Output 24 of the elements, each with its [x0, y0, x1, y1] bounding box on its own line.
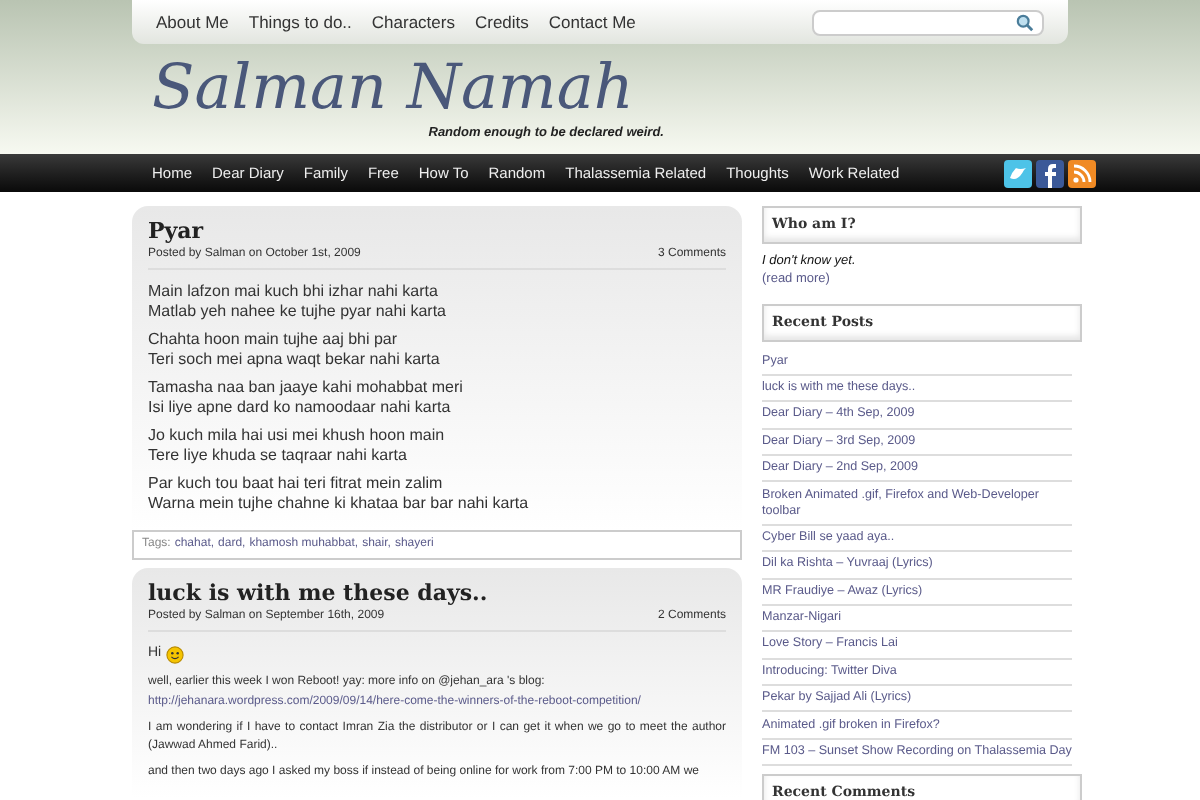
poem-line: Tamasha naa ban jaaye kahi mohabbat meri [148, 378, 465, 398]
rss-icon[interactable] [1067, 159, 1096, 187]
search-icon[interactable] [1016, 13, 1034, 31]
post-title[interactable]: luck is with me these days.. [148, 580, 726, 608]
top-menu-link[interactable]: Things to do.. [248, 9, 352, 35]
poem-line: Jo kuch mila hai usi mei khush hoon main [148, 426, 447, 446]
poem-line: Main lafzon mai kuch bhi izhar nahi karta [148, 282, 440, 302]
top-menu-link[interactable]: Characters [371, 9, 455, 35]
poem-line: Chahta hoon main tujhe aaj bhi par [148, 330, 400, 350]
poem-line: Teri soch mei apna waqt bekar nahi karta [148, 350, 442, 370]
poem-line: Par kuch tou baat hai teri fitrat mein zalim [148, 474, 445, 494]
poem-line: Isi liye apne dard ko namoodaar nahi karta [148, 398, 453, 418]
facebook-icon[interactable] [1035, 159, 1064, 187]
search-field[interactable] [812, 9, 1044, 35]
top-menu-link[interactable]: About Me [156, 9, 229, 35]
poem-line: Matlab yeh nahee ke tujhe pyar nahi karta [148, 302, 448, 322]
top-menu-link[interactable]: Contact Me [548, 9, 636, 35]
poem-line: Tere liye khuda se taqraar nahi karta [148, 446, 409, 466]
top-menu-link[interactable]: Credits [474, 9, 529, 35]
poem-line: Warna mein tujhe chahne ki khataa bar bar nahi karta [148, 494, 531, 514]
bird-icon[interactable] [1003, 159, 1032, 187]
post-title[interactable]: Pyar [148, 218, 726, 246]
smiley-icon [165, 645, 184, 664]
site-logo[interactable]: Salman Namah [152, 52, 634, 124]
